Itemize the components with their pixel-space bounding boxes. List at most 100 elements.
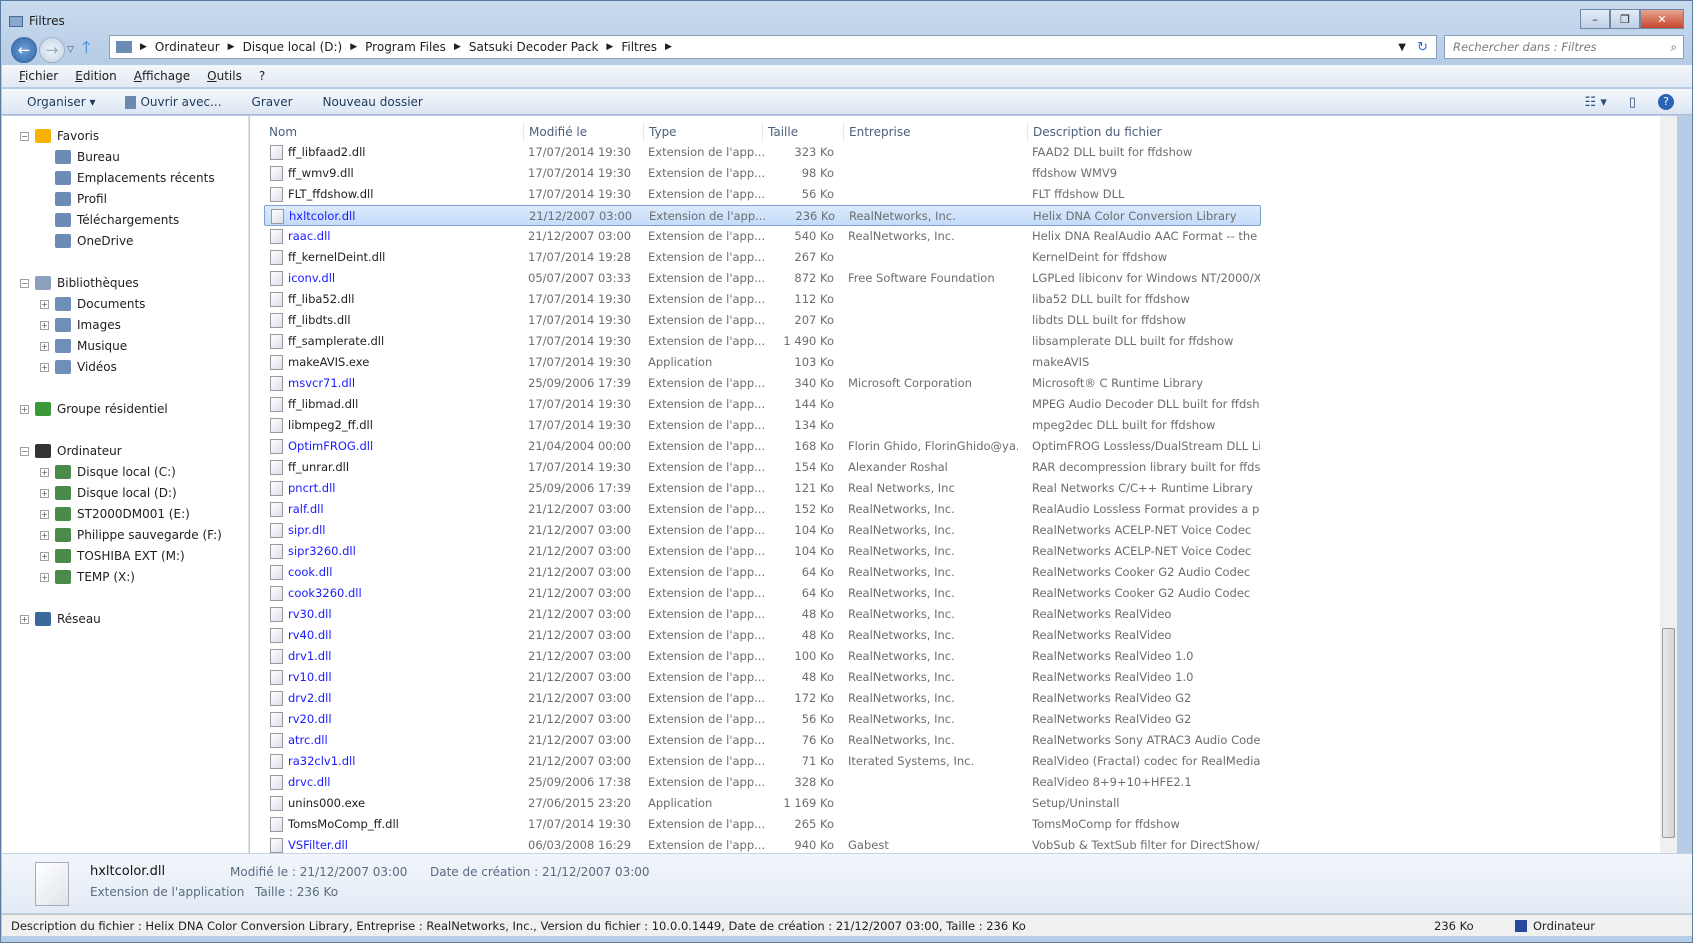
back-button[interactable]: ← xyxy=(11,36,37,63)
menu-affichage[interactable]: Affichage xyxy=(134,69,190,83)
expand-toggle-icon[interactable]: − xyxy=(20,131,29,141)
file-row[interactable]: rv10.dll 21/12/2007 03:00 Extension de l'a… xyxy=(264,667,1261,688)
expand-toggle-icon[interactable]: + xyxy=(20,614,29,624)
tree-item-nav-vidos[interactable]: + Vidéos xyxy=(40,360,117,374)
burn-button[interactable]: Graver xyxy=(252,95,293,109)
file-row[interactable]: unins000.exe 27/06/2015 23:20 Application 1… xyxy=(264,793,1261,814)
file-row[interactable]: rv30.dll 21/12/2007 03:00 Extension de l'a… xyxy=(264,604,1261,625)
breadcrumb-satsuki[interactable]: Satsuki Decoder Pack xyxy=(469,40,599,54)
address-dropdown-icon[interactable]: ▼ xyxy=(1398,42,1406,53)
file-row[interactable]: drv2.dll 21/12/2007 03:00 Extension de l'a… xyxy=(264,688,1261,709)
maximize-button[interactable]: ❐ xyxy=(1610,9,1640,29)
expand-toggle-icon[interactable]: + xyxy=(40,341,49,351)
file-row[interactable]: ff_liba52.dll 17/07/2014 19:30 Extension d… xyxy=(264,289,1261,310)
expand-toggle-icon[interactable]: + xyxy=(40,551,49,561)
expand-toggle-icon[interactable]: + xyxy=(40,488,49,498)
tree-item-nav-tlchargements[interactable]: Téléchargements xyxy=(40,213,179,227)
search-input[interactable]: Rechercher dans : Filtres ⌕ xyxy=(1444,35,1684,59)
file-row[interactable]: sipr.dll 21/12/2007 03:00 Extension de l'a… xyxy=(264,520,1261,541)
tree-item-nav-drive-2[interactable]: + ST2000DM001 (E:) xyxy=(40,507,190,521)
file-row[interactable]: ff_samplerate.dll 17/07/2014 19:30 Extensi… xyxy=(264,331,1261,352)
file-row[interactable]: makeAVIS.exe 17/07/2014 19:30 Application 1… xyxy=(264,352,1261,373)
file-row[interactable]: rv20.dll 21/12/2007 03:00 Extension de l'a… xyxy=(264,709,1261,730)
breadcrumb-ordinateur[interactable]: Ordinateur xyxy=(155,40,220,54)
file-row[interactable]: sipr3260.dll 21/12/2007 03:00 Extension de… xyxy=(264,541,1261,562)
file-row[interactable]: raac.dll 21/12/2007 03:00 Extension de l'a… xyxy=(264,226,1261,247)
expand-toggle-icon[interactable]: + xyxy=(40,467,49,477)
scrollbar-thumb[interactable] xyxy=(1662,628,1675,838)
search-icon[interactable]: ⌕ xyxy=(1671,40,1677,55)
column-header-company[interactable]: Entreprise xyxy=(843,122,910,142)
tree-item-nav-bureau[interactable]: Bureau xyxy=(40,150,120,164)
file-row[interactable]: hxltcolor.dll 21/12/2007 03:00 Extension d… xyxy=(264,205,1261,226)
close-button[interactable]: ✕ xyxy=(1640,9,1684,29)
file-row[interactable]: ff_libmad.dll 17/07/2014 19:30 Extension d… xyxy=(264,394,1261,415)
tree-item-nav-drive-0[interactable]: + Disque local (C:) xyxy=(40,465,176,479)
tree-item-nav-profil[interactable]: Profil xyxy=(40,192,107,206)
tree-item-computer[interactable]: − Ordinateur xyxy=(20,444,122,458)
file-row[interactable]: drvc.dll 25/09/2006 17:38 Extension de l'a… xyxy=(264,772,1261,793)
expand-toggle-icon[interactable]: + xyxy=(20,404,29,414)
tree-item-nav-images[interactable]: + Images xyxy=(40,318,121,332)
file-row[interactable]: pncrt.dll 25/09/2006 17:39 Extension de l'… xyxy=(264,478,1261,499)
file-row[interactable]: iconv.dll 05/07/2007 03:33 Extension de l'… xyxy=(264,268,1261,289)
file-row[interactable]: FLT_ffdshow.dll 17/07/2014 19:30 Extension… xyxy=(264,184,1261,205)
file-row[interactable]: ff_unrar.dll 17/07/2014 19:30 Extension de… xyxy=(264,457,1261,478)
organize-button[interactable]: Organiser ▾ xyxy=(27,95,95,109)
tree-item-nav-drive-4[interactable]: + TOSHIBA EXT (M:) xyxy=(40,549,185,563)
expand-toggle-icon[interactable]: + xyxy=(40,530,49,540)
expand-toggle-icon[interactable]: + xyxy=(40,362,49,372)
tree-item-nav-onedrive[interactable]: OneDrive xyxy=(40,234,133,248)
file-row[interactable]: ra32clv1.dll 21/12/2007 03:00 Extension de… xyxy=(264,751,1261,772)
refresh-icon[interactable]: ↻ xyxy=(1417,40,1428,55)
menu-fichier[interactable]: Fichier xyxy=(19,69,58,83)
expand-toggle-icon[interactable]: − xyxy=(20,278,29,288)
tree-item-network[interactable]: + Réseau xyxy=(20,612,101,626)
column-header-size[interactable]: Taille xyxy=(762,122,798,142)
forward-button[interactable]: → xyxy=(39,36,65,63)
expand-toggle-icon[interactable]: + xyxy=(40,509,49,519)
file-row[interactable]: cook3260.dll 21/12/2007 03:00 Extension de… xyxy=(264,583,1261,604)
file-row[interactable]: TomsMoComp_ff.dll 17/07/2014 19:30 Extensi… xyxy=(264,814,1261,835)
tree-item-nav-drive-5[interactable]: + TEMP (X:) xyxy=(40,570,135,584)
file-row[interactable]: rv40.dll 21/12/2007 03:00 Extension de l'a… xyxy=(264,625,1261,646)
expand-toggle-icon[interactable]: + xyxy=(40,299,49,309)
open-with-button[interactable]: Ouvrir avec... xyxy=(125,95,222,109)
tree-item-nav-drive-1[interactable]: + Disque local (D:) xyxy=(40,486,177,500)
tree-item-homegroup[interactable]: + Groupe résidentiel xyxy=(20,402,168,416)
expand-toggle-icon[interactable]: + xyxy=(40,320,49,330)
tree-item-favorites[interactable]: − Favoris xyxy=(20,129,99,143)
file-row[interactable]: ff_libdts.dll 17/07/2014 19:30 Extension d… xyxy=(264,310,1261,331)
menu-outils[interactable]: Outils xyxy=(207,69,242,83)
menu-edition[interactable]: Edition xyxy=(75,69,117,83)
minimize-button[interactable]: – xyxy=(1580,9,1610,29)
tree-item-nav-drive-3[interactable]: + Philippe sauvegarde (F:) xyxy=(40,528,222,542)
breadcrumb-program-files[interactable]: Program Files xyxy=(365,40,446,54)
file-row[interactable]: libmpeg2_ff.dll 17/07/2014 19:30 Extension… xyxy=(264,415,1261,436)
column-header-type[interactable]: Type xyxy=(643,122,677,142)
column-header-name[interactable]: Nom xyxy=(264,122,297,142)
vertical-scrollbar[interactable] xyxy=(1660,116,1677,853)
recent-pages-dropdown[interactable]: ▽ xyxy=(67,45,74,55)
tree-item-nav-emplacementsrcents[interactable]: Emplacements récents xyxy=(40,171,215,185)
column-header-description[interactable]: Description du fichier xyxy=(1027,122,1162,142)
breadcrumb-disque-d[interactable]: Disque local (D:) xyxy=(243,40,343,54)
up-button[interactable]: 🡑 xyxy=(82,35,91,64)
new-folder-button[interactable]: Nouveau dossier xyxy=(323,95,423,109)
help-icon[interactable]: ? xyxy=(1658,94,1674,110)
tree-item-libraries[interactable]: − Bibliothèques xyxy=(20,276,139,290)
breadcrumb-filtres[interactable]: Filtres xyxy=(621,40,657,54)
file-row[interactable]: msvcr71.dll 25/09/2006 17:39 Extension de … xyxy=(264,373,1261,394)
file-row[interactable]: ralf.dll 21/12/2007 03:00 Extension de l'a… xyxy=(264,499,1261,520)
file-row[interactable]: OptimFROG.dll 21/04/2004 00:00 Extension d… xyxy=(264,436,1261,457)
menu-help[interactable]: ? xyxy=(259,69,265,83)
column-header-modified[interactable]: Modifié le xyxy=(523,122,587,142)
file-row[interactable]: cook.dll 21/12/2007 03:00 Extension de l'a… xyxy=(264,562,1261,583)
preview-pane-icon[interactable]: ▯ xyxy=(1629,95,1636,110)
tree-item-nav-documents[interactable]: + Documents xyxy=(40,297,145,311)
file-row[interactable]: drv1.dll 21/12/2007 03:00 Extension de l'a… xyxy=(264,646,1261,667)
file-row[interactable]: ff_libfaad2.dll 17/07/2014 19:30 Extension… xyxy=(264,142,1261,163)
file-row[interactable]: atrc.dll 21/12/2007 03:00 Extension de l'a… xyxy=(264,730,1261,751)
tree-item-nav-musique[interactable]: + Musique xyxy=(40,339,127,353)
address-bar[interactable]: ▶ Ordinateur ▶ Disque local (D:) ▶ Program … xyxy=(109,35,1437,59)
